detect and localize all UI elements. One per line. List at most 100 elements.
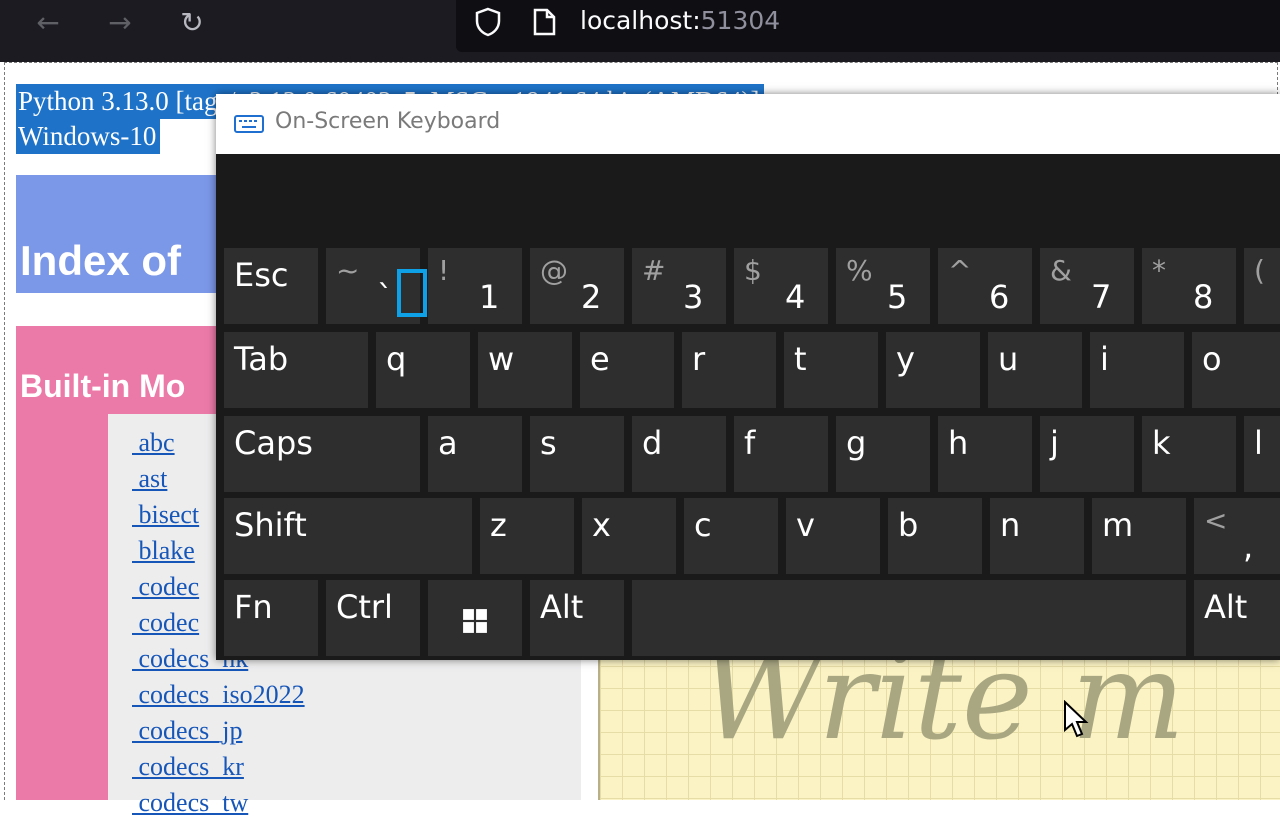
- key-label: o: [1202, 340, 1222, 378]
- module-link[interactable]: abc: [132, 428, 175, 458]
- module-link[interactable]: blake: [132, 536, 195, 566]
- key-shift-label: @: [540, 254, 568, 287]
- key-label: s: [540, 424, 557, 462]
- key-label: f: [744, 424, 756, 462]
- key-num-2[interactable]: ! 1: [428, 248, 522, 324]
- key-label: Tab: [234, 340, 289, 378]
- key-label: i: [1100, 340, 1109, 378]
- key-o[interactable]: o: [1192, 332, 1280, 408]
- key-s[interactable]: s: [530, 416, 624, 492]
- sysinfo-line2: Windows-10: [16, 119, 161, 154]
- key-label: y: [896, 340, 915, 378]
- key-num-6[interactable]: % 5: [836, 248, 930, 324]
- key-g[interactable]: g: [836, 416, 930, 492]
- key-shift-label: $: [744, 254, 762, 287]
- key-num-3[interactable]: @2: [530, 248, 624, 324]
- shield-icon[interactable]: [472, 6, 504, 38]
- key-esc[interactable]: Esc: [224, 248, 318, 324]
- osk-title: On-Screen Keyboard: [275, 109, 501, 134]
- key-label: z: [490, 506, 507, 544]
- key-label: 5: [887, 278, 908, 316]
- key-label: c: [694, 506, 712, 544]
- key-num-7[interactable]: ^ 6: [938, 248, 1032, 324]
- module-link[interactable]: codecs_iso2022: [132, 680, 305, 710]
- reload-icon[interactable]: ↻: [174, 4, 210, 40]
- key-v[interactable]: v: [786, 498, 880, 574]
- key-label: d: [642, 424, 663, 462]
- key-r[interactable]: r: [682, 332, 776, 408]
- key-k[interactable]: k: [1142, 416, 1236, 492]
- key-label: m: [1102, 506, 1134, 544]
- key-z[interactable]: z: [480, 498, 574, 574]
- module-link[interactable]: ast: [132, 464, 168, 494]
- key-num-9[interactable]: * 8: [1142, 248, 1236, 324]
- key-m[interactable]: m: [1092, 498, 1186, 574]
- key-alt[interactable]: Alt: [530, 580, 624, 656]
- key-label: 4: [785, 278, 806, 316]
- key-space[interactable]: [632, 580, 1186, 656]
- key-num-10[interactable]: (: [1244, 248, 1280, 324]
- key-tab[interactable]: Tab: [224, 332, 368, 408]
- key-x[interactable]: x: [582, 498, 676, 574]
- key-j[interactable]: j: [1040, 416, 1134, 492]
- key-comma[interactable]: <,: [1194, 498, 1280, 574]
- key-l[interactable]: l: [1244, 416, 1280, 492]
- key-num-4[interactable]: #3: [632, 248, 726, 324]
- key-shift-label: ^: [948, 254, 972, 287]
- module-link[interactable]: codec: [132, 608, 200, 638]
- key-label: Alt: [540, 588, 584, 626]
- key-b[interactable]: b: [888, 498, 982, 574]
- key-label: 1: [479, 278, 500, 316]
- key-shift-label: *: [1152, 254, 1166, 287]
- key-label: g: [846, 424, 867, 462]
- key-c[interactable]: c: [684, 498, 778, 574]
- module-link[interactable]: bisect: [132, 500, 200, 530]
- key-ctrl[interactable]: Ctrl: [326, 580, 420, 656]
- key-num-8[interactable]: & 7: [1040, 248, 1134, 324]
- key-label: j: [1050, 424, 1059, 462]
- key-y[interactable]: y: [886, 332, 980, 408]
- key-a[interactable]: a: [428, 416, 522, 492]
- key-shift[interactable]: Shift: [224, 498, 472, 574]
- key-label: Esc: [234, 256, 289, 294]
- module-link[interactable]: codecs_tw: [132, 788, 249, 818]
- key-n[interactable]: n: [990, 498, 1084, 574]
- on-screen-keyboard-window: On-Screen Keyboard Esc ~ `! 1 @2 #3 $4% 5 ^ 6 & 7 * 8…: [216, 94, 1280, 660]
- browser-toolbar: ← → ↻ localhost:51304: [0, 0, 1280, 62]
- keyboard-icon: [234, 115, 264, 133]
- key-q[interactable]: q: [376, 332, 470, 408]
- module-link[interactable]: codecs_kr: [132, 752, 244, 782]
- url-text[interactable]: localhost:51304: [580, 6, 780, 35]
- forward-icon[interactable]: →: [102, 4, 138, 40]
- key-label: n: [1000, 506, 1021, 544]
- back-icon[interactable]: ←: [30, 4, 66, 40]
- module-link[interactable]: codec: [132, 572, 200, 602]
- url-host: localhost:: [580, 6, 701, 35]
- key-f[interactable]: f: [734, 416, 828, 492]
- key-label: b: [898, 506, 919, 544]
- windows-icon: [463, 609, 487, 633]
- key-i[interactable]: i: [1090, 332, 1184, 408]
- key-u[interactable]: u: [988, 332, 1082, 408]
- osk-titlebar[interactable]: On-Screen Keyboard: [216, 94, 1280, 154]
- key-t[interactable]: t: [784, 332, 878, 408]
- key-windows[interactable]: [428, 580, 522, 656]
- key-label: l: [1254, 424, 1263, 462]
- key-label: 6: [989, 278, 1010, 316]
- key-h[interactable]: h: [938, 416, 1032, 492]
- key-label: a: [438, 424, 458, 462]
- key-w[interactable]: w: [478, 332, 572, 408]
- key-shift-label: #: [642, 254, 666, 287]
- key-label: 7: [1091, 278, 1112, 316]
- page-icon[interactable]: [530, 7, 558, 37]
- key-num-5[interactable]: $4: [734, 248, 828, 324]
- url-port: 51304: [700, 6, 781, 35]
- module-link[interactable]: codecs_jp: [132, 716, 243, 746]
- key-d[interactable]: d: [632, 416, 726, 492]
- key-fn[interactable]: Fn: [224, 580, 318, 656]
- key-caps[interactable]: Caps: [224, 416, 420, 492]
- key-label: Shift: [234, 506, 307, 544]
- key-alt-right[interactable]: Alt: [1194, 580, 1280, 656]
- key-shift-label: %: [846, 254, 873, 287]
- key-e[interactable]: e: [580, 332, 674, 408]
